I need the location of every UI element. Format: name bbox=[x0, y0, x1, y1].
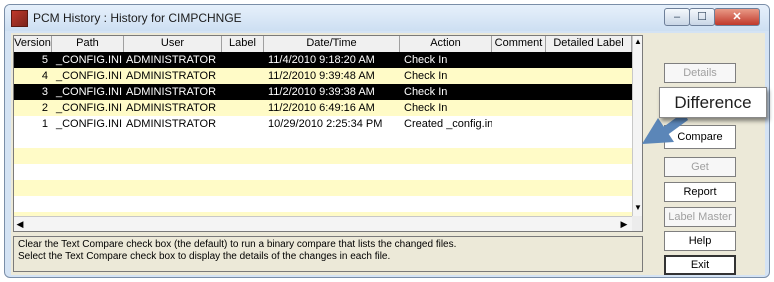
column-header-datetime[interactable]: Date/Time bbox=[264, 36, 400, 52]
cell-path: _CONFIG.INI bbox=[56, 70, 123, 82]
report-button[interactable]: Report bbox=[664, 182, 736, 202]
cell-detailed bbox=[546, 68, 632, 84]
cell-user: ADMINISTRATOR bbox=[126, 102, 217, 114]
cell-action: Check In bbox=[404, 102, 448, 114]
column-header-comment[interactable]: Comment bbox=[492, 36, 546, 52]
history-table[interactable]: Version Path User Label Date/Time Action… bbox=[13, 35, 643, 232]
empty-row bbox=[14, 148, 632, 164]
cell-user: ADMINISTRATOR bbox=[126, 54, 217, 66]
scroll-up-arrow-icon[interactable]: ▲ bbox=[633, 36, 642, 48]
cell-path: _CONFIG.INI bbox=[56, 54, 123, 66]
cell-comment bbox=[492, 116, 546, 132]
cell-datetime: 11/2/2010 9:39:38 AM bbox=[268, 86, 375, 98]
cell-version: 3 bbox=[41, 86, 48, 98]
scroll-down-arrow-icon[interactable]: ▼ bbox=[633, 202, 642, 214]
cell-user: ADMINISTRATOR bbox=[126, 86, 217, 98]
help-text-panel: Clear the Text Compare check box (the de… bbox=[13, 236, 643, 272]
exit-button[interactable]: Exit bbox=[664, 255, 736, 275]
cell-label bbox=[222, 52, 264, 68]
table-row[interactable]: 3 _CONFIG.INI ADMINISTRATOR 11/2/2010 9:39:… bbox=[14, 84, 632, 100]
help-text-line-2: Select the Text Compare check box to dis… bbox=[18, 251, 391, 262]
cell-detailed bbox=[546, 116, 632, 132]
cell-datetime: 11/2/2010 6:49:16 AM bbox=[268, 102, 375, 114]
table-row[interactable]: 4 _CONFIG.INI ADMINISTRATOR 11/2/2010 9:39:… bbox=[14, 68, 632, 84]
details-button[interactable]: Details bbox=[664, 63, 736, 83]
cell-detailed bbox=[546, 100, 632, 116]
table-header: Version Path User Label Date/Time Action… bbox=[14, 36, 632, 53]
label-master-button[interactable]: Label Master bbox=[664, 207, 736, 227]
cell-version: 5 bbox=[41, 54, 48, 66]
empty-row bbox=[14, 164, 632, 180]
horizontal-scrollbar[interactable]: ◀ ▶ bbox=[14, 216, 632, 231]
cell-path: _CONFIG.INI bbox=[56, 118, 123, 130]
cell-comment bbox=[492, 100, 546, 116]
column-header-detailed-label[interactable]: Detailed Label bbox=[546, 36, 632, 52]
cell-action: Created _config.ini bbox=[404, 118, 492, 130]
title-bar[interactable]: PCM History : History for CIMPCHNGE – ☐ … bbox=[5, 5, 769, 31]
cell-detailed bbox=[546, 52, 632, 68]
empty-row bbox=[14, 196, 632, 212]
help-button[interactable]: Help bbox=[664, 231, 736, 251]
cell-label bbox=[222, 68, 264, 84]
cell-action: Check In bbox=[404, 70, 448, 82]
cell-user: ADMINISTRATOR bbox=[126, 70, 217, 82]
scroll-right-arrow-icon[interactable]: ▶ bbox=[618, 217, 630, 231]
empty-row bbox=[14, 180, 632, 196]
column-header-label[interactable]: Label bbox=[222, 36, 264, 52]
column-header-version[interactable]: Version bbox=[14, 36, 52, 52]
difference-tooltip: Difference bbox=[659, 87, 767, 118]
cell-version: 1 bbox=[41, 118, 48, 130]
minimize-button[interactable]: – bbox=[664, 8, 690, 26]
scroll-left-arrow-icon[interactable]: ◀ bbox=[14, 217, 26, 231]
cell-label bbox=[222, 84, 264, 100]
column-header-path[interactable]: Path bbox=[52, 36, 124, 52]
empty-row bbox=[14, 132, 632, 148]
close-button[interactable]: ✕ bbox=[714, 8, 760, 26]
window-title: PCM History : History for CIMPCHNGE bbox=[33, 11, 242, 25]
cell-datetime: 11/4/2010 9:18:20 AM bbox=[268, 54, 375, 66]
cell-comment bbox=[492, 68, 546, 84]
maximize-button[interactable]: ☐ bbox=[689, 8, 715, 26]
cell-version: 4 bbox=[41, 70, 48, 82]
cell-label bbox=[222, 100, 264, 116]
cell-detailed bbox=[546, 84, 632, 100]
cell-version: 2 bbox=[41, 102, 48, 114]
column-header-user[interactable]: User bbox=[124, 36, 222, 52]
table-row[interactable]: 1 _CONFIG.INI ADMINISTRATOR 10/29/2010 2:25… bbox=[14, 116, 632, 132]
cell-comment bbox=[492, 52, 546, 68]
cell-action: Check In bbox=[404, 54, 448, 66]
cell-path: _CONFIG.INI bbox=[56, 102, 123, 114]
get-button[interactable]: Get bbox=[664, 157, 736, 177]
cell-action: Check In bbox=[404, 86, 448, 98]
cell-user: ADMINISTRATOR bbox=[126, 118, 217, 130]
cell-datetime: 11/2/2010 9:39:48 AM bbox=[268, 70, 375, 82]
table-rows: 5 _CONFIG.INI ADMINISTRATOR 11/4/2010 9:18:… bbox=[14, 52, 632, 228]
scrollbar-corner bbox=[632, 216, 642, 231]
cell-datetime: 10/29/2010 2:25:34 PM bbox=[268, 118, 383, 130]
app-icon bbox=[11, 10, 28, 27]
cell-path: _CONFIG.INI bbox=[56, 86, 123, 98]
column-header-action[interactable]: Action bbox=[400, 36, 492, 52]
cell-label bbox=[222, 116, 264, 132]
help-text-line-1: Clear the Text Compare check box (the de… bbox=[18, 239, 457, 250]
table-row[interactable]: 5 _CONFIG.INI ADMINISTRATOR 11/4/2010 9:18:… bbox=[14, 52, 632, 68]
cell-comment bbox=[492, 84, 546, 100]
table-row[interactable]: 2 _CONFIG.INI ADMINISTRATOR 11/2/2010 6:49:… bbox=[14, 100, 632, 116]
